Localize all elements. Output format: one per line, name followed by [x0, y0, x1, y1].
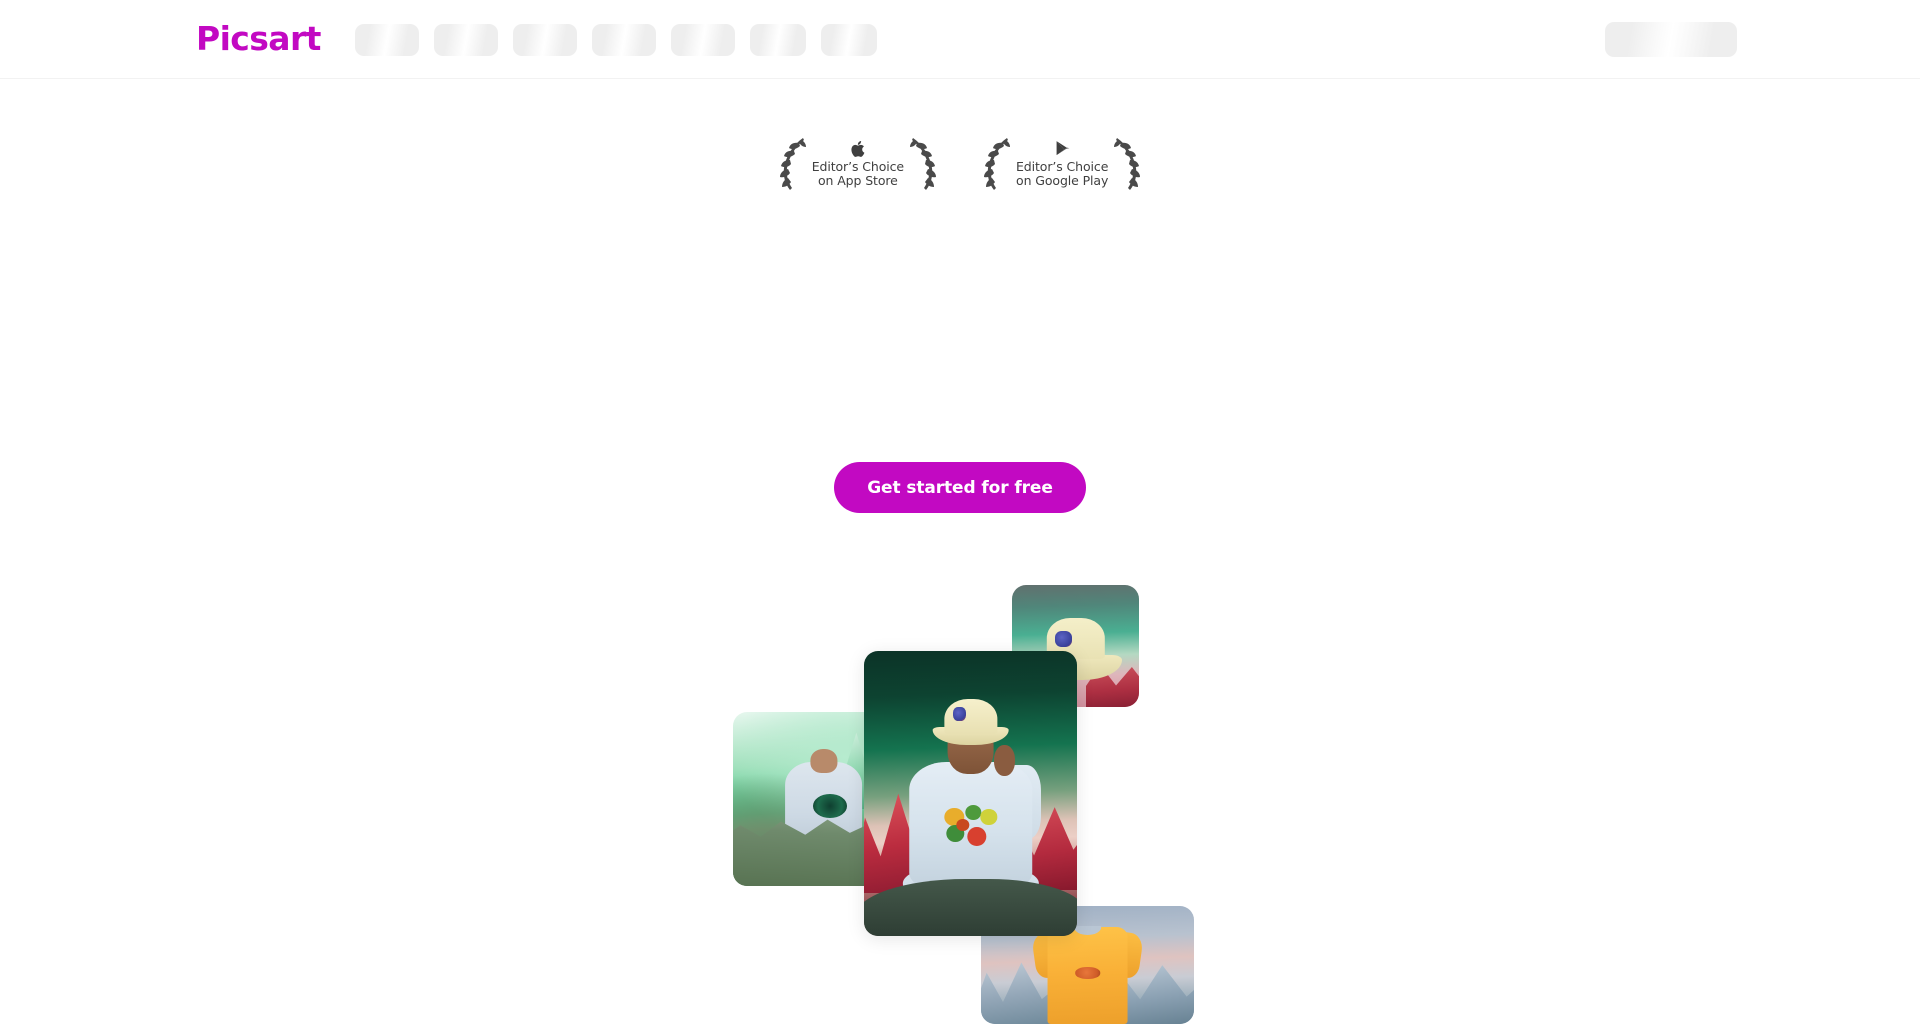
badge-app-store-line2: on App Store [817, 173, 898, 188]
left-card-person-head [809, 748, 838, 773]
nav-item-skeleton[interactable] [434, 24, 498, 56]
main-card-hoodie-print [943, 804, 998, 851]
apple-logo-icon [850, 140, 865, 158]
award-badges: Editor’s Choice on App Store Editor’s Ch… [0, 136, 1920, 192]
print-shape [967, 826, 986, 846]
account-button-skeleton[interactable] [1605, 22, 1737, 57]
get-started-button[interactable]: Get started for free [834, 462, 1086, 513]
collage-card-main[interactable] [864, 651, 1077, 936]
picsart-logo[interactable]: Picsart [196, 22, 321, 55]
cta-section: Get started for free [0, 462, 1920, 513]
badge-google-play-content: Editor’s Choice on Google Play [1013, 140, 1111, 189]
nav-item-skeleton[interactable] [513, 24, 577, 56]
primary-nav-skeleton-group [355, 24, 877, 56]
nav-item-skeleton[interactable] [592, 24, 656, 56]
laurel-wreath-right-icon [1114, 138, 1141, 190]
nav-item-skeleton[interactable] [355, 24, 419, 56]
badge-app-store-content: Editor’s Choice on App Store [809, 140, 907, 189]
badge-google-play: Editor’s Choice on Google Play [981, 136, 1143, 192]
laurel-wreath-right-icon [910, 138, 936, 190]
nav-item-skeleton[interactable] [821, 24, 877, 56]
left-card-hoodie-graphic [812, 793, 847, 819]
badge-google-play-line2: on Google Play [1016, 173, 1109, 188]
main-card-hat-patch [953, 706, 967, 721]
google-play-icon [1054, 140, 1071, 158]
laurel-wreath-left-icon [779, 138, 806, 190]
badge-google-play-line1: Editor’s Choice [1016, 158, 1109, 174]
nav-item-skeleton[interactable] [671, 24, 735, 56]
laurel-wreath-left-icon [984, 138, 1010, 190]
print-shape [980, 809, 998, 825]
site-header: Picsart [0, 0, 1920, 79]
print-shape [964, 804, 982, 821]
badge-app-store-line1: Editor’s Choice [811, 158, 904, 174]
main-card-hat-crown [943, 699, 998, 734]
bottom-right-card-tshirt-print [1074, 967, 1101, 980]
top-right-card-hat-patch [1055, 631, 1072, 648]
nav-item-skeleton[interactable] [750, 24, 806, 56]
main-card-person-hand [993, 745, 1016, 777]
main-card-foreground-rock [864, 879, 1077, 936]
badge-app-store: Editor’s Choice on App Store [777, 136, 939, 192]
print-shape [956, 818, 970, 832]
